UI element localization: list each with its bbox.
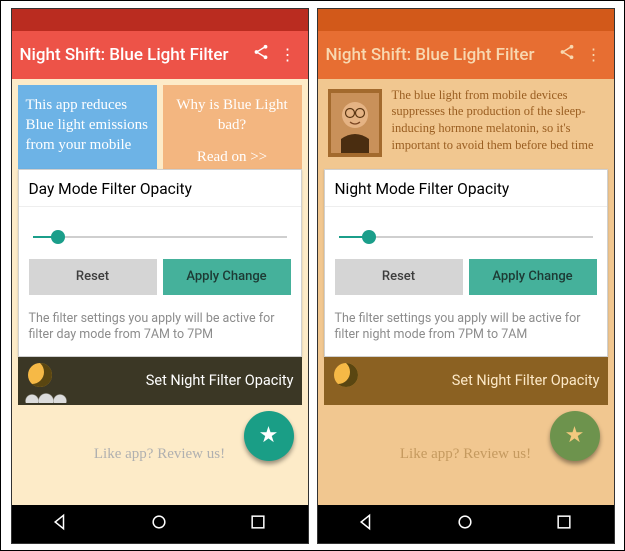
android-navbar [12,505,308,543]
opacity-slider[interactable] [339,227,593,247]
opacity-panel: Night Mode Filter Opacity Reset Apply Ch… [324,169,608,358]
content-area: The blue light from mobile devices suppr… [318,79,614,505]
nav-home-icon[interactable] [149,512,169,536]
reset-button[interactable]: Reset [29,259,157,295]
opacity-slider[interactable] [33,227,287,247]
moon-icon [18,357,58,405]
appbar: Night Shift: Blue Light Filter ⋮ [12,31,308,79]
app-title: Night Shift: Blue Light Filter [326,45,535,65]
nav-recents-icon[interactable] [554,512,574,536]
card-orange-readon: Read on >> [171,147,294,167]
reset-button[interactable]: Reset [335,259,463,295]
nav-back-icon[interactable] [51,512,71,536]
apply-button[interactable]: Apply Change [163,259,291,295]
share-icon[interactable] [554,43,580,66]
night-strip-label: Set Night Filter Opacity [58,372,302,389]
nav-home-icon[interactable] [455,512,475,536]
night-filter-strip[interactable]: Set Night Filter Opacity [18,357,302,405]
overflow-menu-icon[interactable]: ⋮ [274,45,300,64]
avatar [328,89,382,157]
panel-title: Day Mode Filter Opacity [19,170,301,207]
star-icon: ★ [259,423,279,448]
statusbar [12,9,308,31]
share-icon[interactable] [248,43,274,66]
content-area: This app reduces Blue light emissions fr… [12,79,308,505]
opacity-panel: Day Mode Filter Opacity Reset Apply Chan… [18,169,302,358]
star-icon: ★ [565,423,585,448]
panel-note: The filter settings you apply will be ac… [325,303,607,357]
appbar: Night Shift: Blue Light Filter ⋮ [318,31,614,79]
apply-button[interactable]: Apply Change [469,259,597,295]
nav-recents-icon[interactable] [248,512,268,536]
card-orange-title: Why is Blue Light bad? [171,95,294,136]
statusbar [318,9,614,31]
night-filter-strip[interactable]: Set Night Filter Opacity [324,357,608,405]
phone-left: Night Shift: Blue Light Filter ⋮ This ap… [11,8,309,544]
fab-star-button[interactable]: ★ [550,411,600,461]
fab-star-button[interactable]: ★ [244,411,294,461]
overflow-menu-icon[interactable]: ⋮ [580,45,606,64]
android-navbar [318,505,614,543]
app-title: Night Shift: Blue Light Filter [20,45,229,65]
phone-right: Night Shift: Blue Light Filter ⋮ [317,8,615,544]
night-strip-label: Set Night Filter Opacity [364,372,608,389]
nav-back-icon[interactable] [357,512,377,536]
panel-note: The filter settings you apply will be ac… [19,303,301,357]
panel-title: Night Mode Filter Opacity [325,170,607,207]
moon-icon [324,357,364,405]
